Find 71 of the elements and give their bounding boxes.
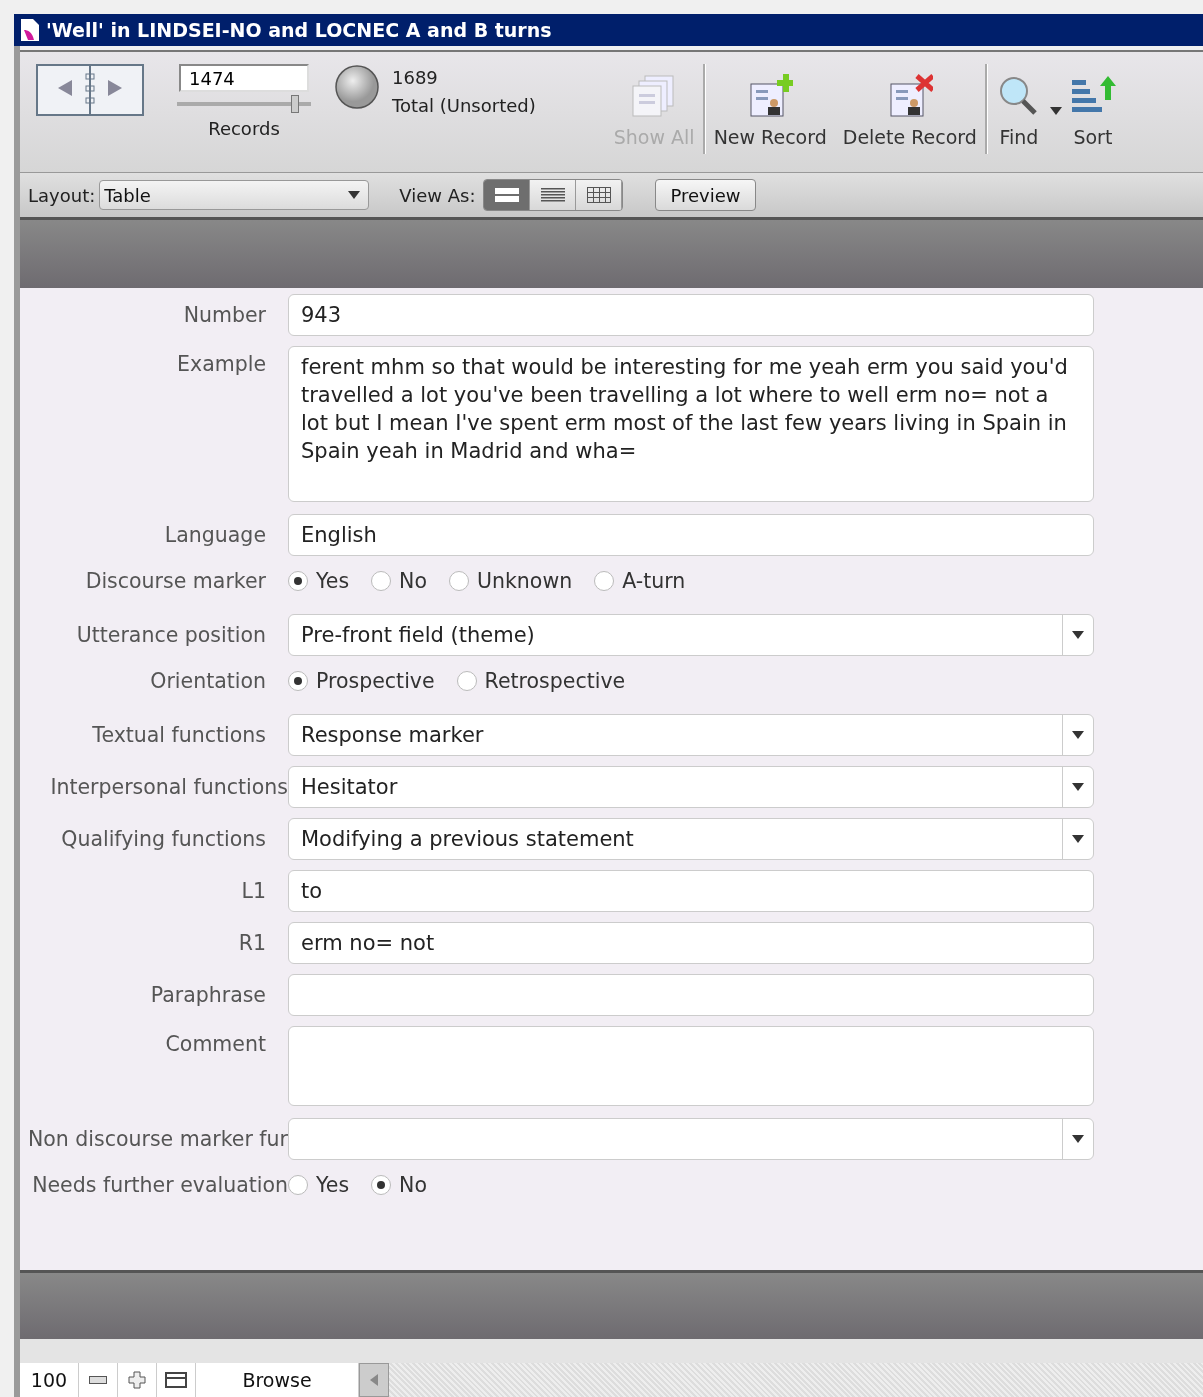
dropdown-caret-icon [1072, 783, 1084, 791]
text-field[interactable]: to [288, 870, 1094, 912]
view-mode-button[interactable] [484, 180, 531, 210]
list-view-icon [540, 187, 565, 203]
field-label: Discourse marker [85, 569, 267, 593]
toolbar-button[interactable]: Find [987, 64, 1050, 148]
field-label: Language [164, 523, 267, 547]
view-mode-button[interactable] [576, 180, 623, 210]
toolbar-button[interactable]: Delete Record [834, 64, 985, 148]
zoom-level[interactable]: 100 [20, 1363, 79, 1397]
dropdown-caret-icon [1072, 1135, 1084, 1143]
view-mode-button[interactable] [530, 180, 577, 210]
radio-option[interactable]: A-turn [594, 569, 686, 593]
dropdown-field[interactable]: Modifying a previous statement [288, 818, 1094, 860]
radio-option[interactable]: Yes [288, 1173, 350, 1197]
dropdown-field[interactable]: Hesitator [288, 766, 1094, 808]
text-field[interactable]: erm no= not [288, 922, 1094, 964]
text-area[interactable]: ferent mhm so that would be interesting for me yeah erm you said you'd travelled a lot you've been travelling a lot where to well erm no= not a lot but I mean I've spent erm most of the last few years living in Spain in Spain yeah in Madrid and wha= [288, 346, 1094, 502]
field-label: Textual functions [92, 723, 267, 747]
panel-toggle-icon[interactable] [165, 1372, 187, 1388]
view-as-label: View As: [399, 184, 476, 206]
dropdown-field[interactable]: Pre-front field (theme) [288, 614, 1094, 656]
field-label: Non discourse marker fur [27, 1127, 288, 1151]
dropdown-field[interactable]: Response marker [288, 714, 1094, 756]
dropdown-caret-icon [1072, 731, 1084, 739]
field-label: Orientation [150, 669, 267, 693]
preview-button[interactable]: Preview [655, 179, 756, 211]
text-field[interactable]: 943 [288, 294, 1094, 336]
dropdown-field[interactable] [288, 1118, 1094, 1160]
field-label: R1 [238, 931, 267, 955]
dropdown-caret-icon [348, 191, 361, 199]
radio-option[interactable]: No [371, 1173, 427, 1197]
document-icon [20, 18, 40, 42]
field-label: Interpersonal functions [50, 775, 288, 799]
form-view-icon [494, 187, 519, 203]
text-field[interactable]: English [288, 514, 1094, 556]
zoom-out-icon[interactable] [89, 1376, 107, 1384]
field-label: Number [183, 303, 267, 327]
radio-option[interactable]: No [371, 569, 427, 593]
field-label: Qualifying functions [61, 827, 267, 851]
records-label: Records [208, 118, 280, 139]
radio-option[interactable]: Unknown [449, 569, 573, 593]
field-label: Comment [165, 1032, 267, 1056]
field-label: Paraphrase [150, 983, 267, 1007]
record-number-field[interactable]: 1474 [179, 64, 309, 92]
layout-dropdown[interactable]: Table [99, 180, 370, 210]
zoom-in-icon[interactable] [128, 1371, 146, 1389]
total-label: Total (Unsorted) [392, 94, 536, 118]
window-title: 'Well' in LINDSEI-NO and LOCNEC A and B turns [46, 19, 552, 41]
radio-option[interactable]: Yes [288, 569, 350, 593]
field-label: L1 [241, 879, 267, 903]
text-field[interactable] [288, 974, 1094, 1016]
layout-label: Layout: [28, 184, 96, 206]
radio-option[interactable]: Prospective [288, 669, 435, 693]
view-mode-switch[interactable] [483, 179, 624, 211]
field-label: Needs further evaluation [32, 1173, 288, 1197]
table-view-icon [586, 187, 611, 203]
dropdown-caret-icon [1072, 835, 1084, 843]
total-count: 1689 [392, 66, 439, 90]
round-button-icon[interactable] [334, 64, 380, 110]
book-navigation-icon[interactable] [36, 64, 144, 118]
card-plus-icon [747, 74, 794, 118]
field-label: Example [177, 352, 267, 376]
toolbar-button[interactable]: New Record [705, 64, 835, 148]
mode-label: Browse [196, 1363, 359, 1397]
field-label: Utterance position [76, 623, 267, 647]
radio-option[interactable]: Retrospective [456, 669, 626, 693]
toolbar-button[interactable]: Sort [1061, 64, 1124, 148]
dropdown-caret-icon [1072, 631, 1084, 639]
scroll-left-icon[interactable] [370, 1374, 378, 1386]
dropdown-arrow-icon [1049, 107, 1062, 115]
